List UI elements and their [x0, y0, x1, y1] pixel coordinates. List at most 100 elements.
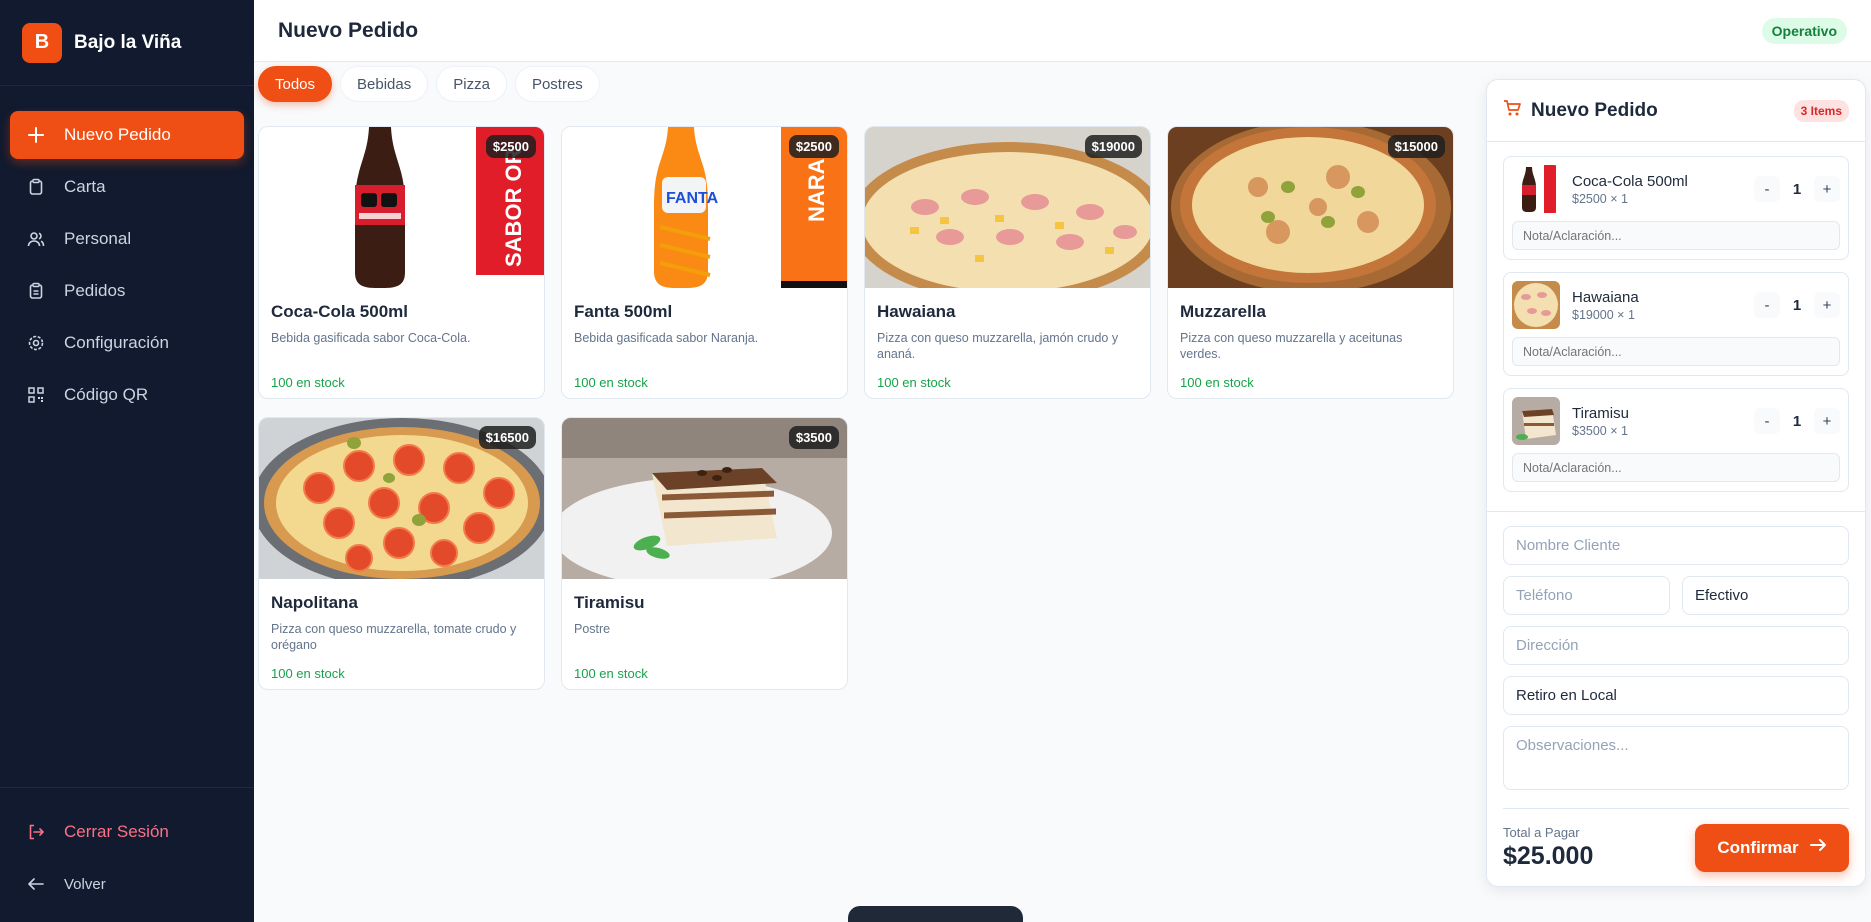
product-stock: 100 en stock [271, 375, 345, 390]
arrow-right-icon [1809, 836, 1827, 859]
observations-textarea[interactable]: Observaciones... [1503, 726, 1849, 790]
phone-field[interactable]: Teléfono [1503, 576, 1670, 615]
tab-todos[interactable]: Todos [258, 66, 333, 102]
sidebar-footer: Cerrar Sesión Volver [0, 787, 254, 922]
quantity-stepper: - 1 + [1754, 408, 1840, 434]
sidebar-item-label: Configuración [64, 333, 169, 352]
product-stock: 100 en stock [1180, 375, 1254, 390]
gear-icon [26, 333, 46, 353]
order-item-thumbnail [1512, 165, 1560, 213]
quantity-value: 1 [1792, 296, 1802, 314]
product-card[interactable]: $3500 Tiramisu Postre 100 en stock [561, 417, 848, 690]
order-item: Tiramisu $3500 × 1 - 1 + [1503, 388, 1849, 492]
delivery-type-select[interactable]: Retiro en Local [1503, 676, 1849, 715]
customer-form: Nombre Cliente Teléfono Efectivo Direcci… [1487, 512, 1865, 790]
item-note-input[interactable] [1512, 337, 1840, 366]
increase-qty-button[interactable]: + [1814, 292, 1840, 318]
decrease-qty-button[interactable]: - [1754, 176, 1780, 202]
product-name: Napolitana [271, 593, 358, 612]
product-description: Pizza con queso muzzarella y aceitunas v… [1180, 331, 1403, 361]
logout-button[interactable]: Cerrar Sesión [10, 808, 244, 856]
price-badge: $3500 [788, 426, 839, 449]
product-card[interactable]: $19000 Hawaiana Pizza con queso muzzarel… [864, 126, 1151, 399]
clipboard-list-icon [26, 281, 46, 301]
product-name: Fanta 500ml [574, 302, 673, 321]
product-image: NARA FANTA $2500 [562, 127, 847, 288]
customer-name-field[interactable]: Nombre Cliente [1503, 526, 1849, 565]
sidebar: B Bajo la Viña Nuevo Pedido Carta Person… [0, 0, 254, 922]
order-items-list: Coca-Cola 500ml $2500 × 1 - 1 + Hawaiana… [1487, 142, 1865, 512]
confirm-button[interactable]: Confirmar [1695, 823, 1849, 872]
product-stock: 100 en stock [574, 375, 648, 390]
price-badge: $16500 [478, 426, 536, 449]
order-item-name: Coca-Cola 500ml [1572, 172, 1688, 190]
svg-text:FANTA: FANTA [666, 190, 719, 207]
quantity-stepper: - 1 + [1754, 292, 1840, 318]
tab-pizza[interactable]: Pizza [436, 66, 507, 102]
product-image: $19000 [865, 127, 1150, 288]
product-card[interactable]: SABOR OR $2500 Coca-Cola 500ml Bebida ga… [258, 126, 545, 399]
back-label: Volver [64, 875, 106, 893]
decrease-qty-button[interactable]: - [1754, 292, 1780, 318]
sidebar-item-label: Pedidos [64, 281, 126, 300]
price-badge: $19000 [1084, 135, 1142, 158]
back-button[interactable]: Volver [10, 860, 244, 908]
brand: B Bajo la Viña [0, 0, 254, 86]
product-image: SABOR OR $2500 [259, 127, 544, 288]
order-panel-title: Nuevo Pedido [1531, 99, 1658, 121]
floating-toolbar [848, 906, 1023, 922]
sidebar-item-codigo-qr[interactable]: Código QR [10, 371, 244, 419]
increase-qty-button[interactable]: + [1814, 176, 1840, 202]
arrow-left-icon [26, 874, 46, 894]
increase-qty-button[interactable]: + [1814, 408, 1840, 434]
order-footer: Total a Pagar $25.000 Confirmar [1503, 808, 1849, 886]
tab-bebidas[interactable]: Bebidas [340, 66, 429, 102]
item-note-input[interactable] [1512, 453, 1840, 482]
order-item-price: $19000 × 1 [1572, 307, 1635, 322]
svg-text:SABOR OR: SABOR OR [501, 148, 526, 267]
price-badge: $15000 [1387, 135, 1445, 158]
order-item: Coca-Cola 500ml $2500 × 1 - 1 + [1503, 156, 1849, 260]
product-description: Bebida gasificada sabor Coca-Cola. [271, 331, 471, 345]
product-description: Pizza con queso muzzarella, tomate crudo… [271, 622, 517, 652]
product-stock: 100 en stock [574, 666, 648, 681]
product-card[interactable]: NARA FANTA $2500 Fanta 500ml Bebida gasi… [561, 126, 848, 399]
total-label: Total a Pagar [1503, 824, 1580, 840]
brand-logo: B [22, 22, 62, 63]
payment-method-select[interactable]: Efectivo [1682, 576, 1849, 615]
page-title: Nuevo Pedido [278, 18, 419, 42]
tab-postres[interactable]: Postres [514, 66, 600, 102]
product-name: Coca-Cola 500ml [271, 302, 408, 321]
sidebar-item-label: Personal [64, 229, 132, 248]
address-field[interactable]: Dirección [1503, 626, 1849, 665]
sidebar-item-label: Código QR [64, 385, 149, 404]
brand-name: Bajo la Viña [74, 31, 182, 53]
sidebar-item-configuracion[interactable]: Configuración [10, 319, 244, 367]
order-item-price: $2500 × 1 [1572, 191, 1628, 206]
sidebar-item-personal[interactable]: Personal [10, 215, 244, 263]
sidebar-item-label: Carta [64, 177, 106, 196]
status-badge: Operativo [1761, 17, 1847, 44]
product-name: Muzzarella [1180, 302, 1266, 321]
product-description: Pizza con queso muzzarella, jamón crudo … [877, 331, 1119, 361]
product-card[interactable]: $15000 Muzzarella Pizza con queso muzzar… [1167, 126, 1454, 399]
sidebar-item-nuevo-pedido[interactable]: Nuevo Pedido [10, 111, 244, 159]
sidebar-item-carta[interactable]: Carta [10, 163, 244, 211]
order-item-thumbnail [1512, 281, 1560, 329]
order-item-thumbnail [1512, 397, 1560, 445]
sidebar-item-pedidos[interactable]: Pedidos [10, 267, 244, 315]
users-icon [26, 229, 46, 249]
order-item: Hawaiana $19000 × 1 - 1 + [1503, 272, 1849, 376]
decrease-qty-button[interactable]: - [1754, 408, 1780, 434]
product-name: Hawaiana [877, 302, 956, 321]
order-item-price: $3500 × 1 [1572, 423, 1628, 438]
order-panel: Nuevo Pedido 3 Items Coca-Cola 500ml $25… [1486, 79, 1866, 887]
logout-label: Cerrar Sesión [64, 822, 169, 841]
item-note-input[interactable] [1512, 221, 1840, 250]
price-badge: $2500 [485, 135, 536, 158]
top-header: Nuevo Pedido Operativo [254, 0, 1871, 62]
product-card[interactable]: $16500 Napolitana Pizza con queso muzzar… [258, 417, 545, 690]
product-description: Bebida gasificada sabor Naranja. [574, 331, 759, 345]
plus-icon [26, 125, 46, 145]
logout-icon [26, 822, 46, 842]
